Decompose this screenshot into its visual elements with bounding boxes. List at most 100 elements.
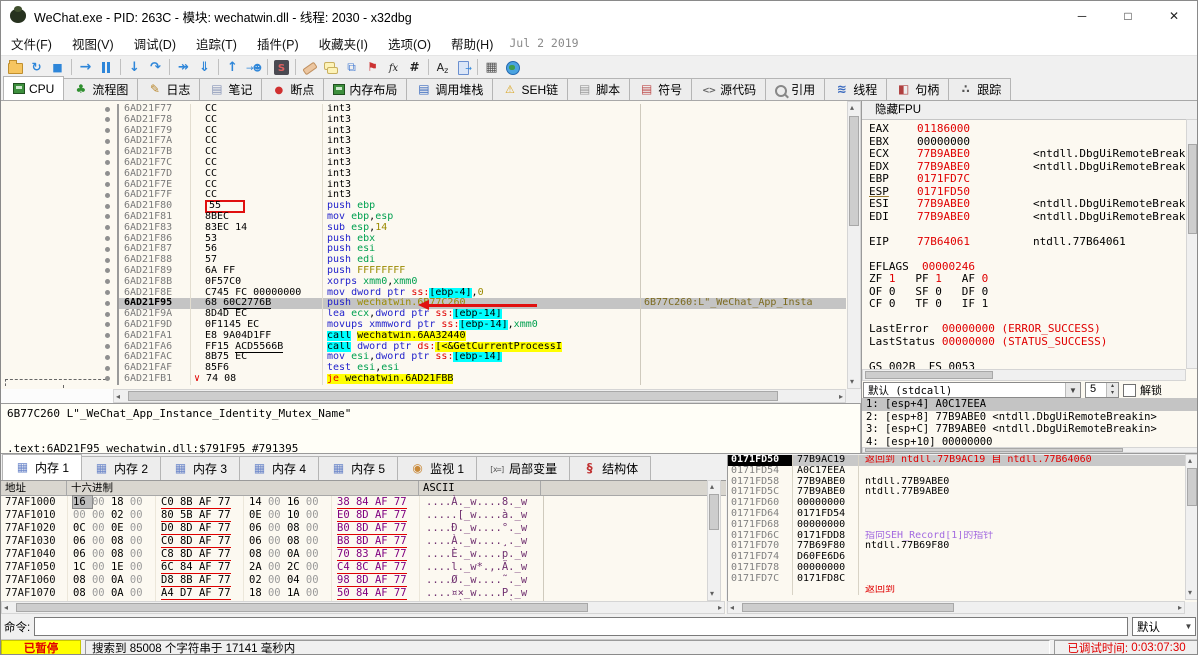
menu-item-调试D[interactable]: 调试(D) [124,31,186,55]
menu-item-追踪T[interactable]: 追踪(T) [186,31,247,55]
tab-memmap[interactable]: 内存布局 [323,78,408,100]
disassembly-vertical-scrollbar[interactable]: ▴ ▾ [847,101,861,389]
stack-row[interactable]: 0171FD7C 0171FD8C [728,573,1197,585]
tab-seh[interactable]: SEH链 [492,78,569,100]
menu-item-收藏夹I[interactable]: 收藏夹(I) [309,31,378,55]
memory-vertical-scrollbar[interactable]: ▴ ▾ [707,480,721,601]
memory-row[interactable]: 77AF1000 16 00 18 00 C0 8B AF 77 14 00 16 0… [1,495,726,509]
register-value[interactable]: 77B9ABE0 [917,210,999,224]
argument-row[interactable]: 4: [esp+10] 00000000 [862,436,1197,448]
menu-item-文件F[interactable]: 文件(F) [1,31,62,55]
column-header-address[interactable]: 地址 [1,481,67,495]
disasm-row[interactable]: 6AD21FA1 E8 9A04D1FF call wechatwin.6AA324… [1,330,846,342]
disassembly-panel[interactable]: 6AD21F77 CC int3 6AD21F78 CC int3 6AD21F79 CC in… [1,101,861,389]
memory-row[interactable]: 77AF1050 1C 00 1E 00 6C 84 AF 77 2A 00 2C 0… [1,561,726,574]
register-value[interactable]: 77B9ABE0 [917,197,999,211]
tab-handles[interactable]: 句柄 [886,78,950,100]
column-header-hex[interactable]: 十六进制 [67,481,419,495]
run-to-user-button[interactable] [243,57,264,77]
tab-trace[interactable]: 跟踪 [948,78,1012,100]
column-header-ascii[interactable]: ASCII [419,481,541,495]
bottom-tab-内存 2[interactable]: 内存 2 [81,456,162,480]
registers-vertical-scrollbar[interactable] [1186,119,1197,369]
argument-row[interactable]: 3: [esp+C] 77B9ABE0 <ntdll.DbgUiRemoteBr… [862,423,1197,436]
memory-row[interactable]: 77AF1070 08 00 0A 00 A4 D7 AF 77 18 00 1A 0… [1,587,726,600]
menu-item-选项O[interactable]: 选项(O) [378,31,441,55]
memory-row[interactable]: 77AF1010 00 00 02 00 80 5B AF 77 0E 00 10 0… [1,509,726,522]
stack-vertical-scrollbar[interactable]: ▴ ▾ [1185,454,1197,600]
open-button[interactable] [5,57,26,77]
exec-till-up-button[interactable] [222,57,243,77]
strings-button[interactable] [271,57,292,77]
assemble-button[interactable] [432,57,453,77]
stop-button[interactable] [47,57,68,77]
disasm-row[interactable]: 6AD21F83 83EC 14 sub esp,14 [1,222,846,234]
run-button[interactable] [75,57,96,77]
command-input[interactable] [34,617,1128,636]
register-value[interactable]: 77B9ABE0 [917,147,999,161]
bottom-tab-监视 1[interactable]: 监视 1 [397,456,478,480]
command-profile-dropdown[interactable]: 默认 ▼ [1132,617,1196,636]
tab-source[interactable]: 源代码 [691,78,767,100]
comments-button[interactable] [320,57,341,77]
memory-row[interactable]: 77AF1060 08 00 0A 00 D8 8B AF 77 02 00 04 0… [1,574,726,587]
bottom-tab-内存 4[interactable]: 内存 4 [239,456,320,480]
functions-button[interactable] [383,57,404,77]
calculator-button[interactable] [481,57,502,77]
registers-horizontal-scrollbar[interactable] [862,369,1186,381]
memory-row[interactable]: 77AF1040 06 00 08 00 C8 8D AF 77 08 00 0A 0… [1,548,726,561]
bookmarks-button[interactable] [362,57,383,77]
bottom-tab-局部变量[interactable]: 局部变量 [476,456,571,480]
disasm-row[interactable]: 6AD21FB1 ∨ 74 08 je wechatwin.6AD21FBB [1,373,846,386]
memory-row[interactable]: 77AF1030 06 00 08 00 C0 8D AF 77 06 00 08 0… [1,535,726,548]
memory-dump-panel[interactable]: 地址 十六进制 ASCII 77AF1000 16 00 18 00 C0 8B A… [1,480,726,615]
argument-row[interactable]: 1: [esp+4] A0C17EEA [862,398,1197,411]
disasm-row[interactable]: 6AD21F7D CC int3 [1,168,846,180]
memory-horizontal-scrollbar[interactable]: ◂ ▸ [1,601,725,614]
stack-horizontal-scrollbar[interactable]: ◂ ▸ [727,601,1185,614]
stack-panel[interactable]: 0171FD50 77B9AC19 返回到 ntdll.77B9AC19 自 ntd… [727,455,1197,602]
run-to-return-button[interactable] [173,57,194,77]
minimize-button[interactable]: ─ [1059,1,1105,31]
step-over-button[interactable] [145,57,166,77]
labels-button[interactable] [341,57,362,77]
disasm-row[interactable]: 6AD21F8B 0F57C0 xorps xmm0,xmm0 [1,276,846,288]
menu-item-视图V[interactable]: 视图(V) [62,31,124,55]
tab-callstack[interactable]: 调用堆栈 [406,78,494,100]
close-button[interactable]: ✕ [1151,1,1197,31]
device-button[interactable] [453,57,474,77]
tab-log[interactable]: 日志 [137,78,201,100]
disassembly-horizontal-scrollbar[interactable]: ◂ ▸ [113,389,846,403]
tab-script[interactable]: 脚本 [567,78,631,100]
register-value[interactable]: 0171FD7C [917,172,999,186]
unlock-checkbox[interactable]: 解锁 [1123,382,1162,398]
disasm-row[interactable]: 6AD21F78 CC int3 [1,114,846,126]
bottom-tab-内存 5[interactable]: 内存 5 [318,456,399,480]
register-value[interactable]: 77B64061 [917,235,999,249]
pause-button[interactable] [96,57,117,77]
tab-symbols[interactable]: 符号 [629,78,693,100]
hide-fpu-button[interactable]: 隐藏FPU [862,101,1197,120]
globe-button[interactable] [502,57,523,77]
memory-row[interactable]: 77AF1020 0C 00 0E 00 D0 8D AF 77 06 00 08 0… [1,522,726,535]
bottom-tab-内存 3[interactable]: 内存 3 [160,456,241,480]
bottom-tab-结构体[interactable]: 结构体 [569,456,652,480]
restart-button[interactable] [26,57,47,77]
menu-item-插件P[interactable]: 插件(P) [247,31,309,55]
argument-row[interactable]: 2: [esp+8] 77B9ABE0 <ntdll.DbgUiRemoteBr… [862,411,1197,424]
stack-row[interactable]: 0171FD54 A0C17EEA [728,465,1197,477]
hash-button[interactable] [404,57,425,77]
step-into-button[interactable] [124,57,145,77]
stack-row[interactable]: 返回到 [728,584,1197,596]
patch-button[interactable] [299,57,320,77]
tab-breakpoint[interactable]: 断点 [261,78,325,100]
step-out-button[interactable] [194,57,215,77]
argument-depth-spinner[interactable]: 5 ▴ ▾ [1085,382,1119,398]
bottom-tab-内存 1[interactable]: 内存 1 [2,454,83,480]
menu-item-帮助H[interactable]: 帮助(H) [441,31,503,55]
tab-references[interactable]: 引用 [765,78,826,100]
tab-graph[interactable]: 流程图 [63,78,139,100]
register-value[interactable]: 01186000 [917,122,999,136]
calling-convention-dropdown[interactable]: 默认 (stdcall) ▼ [863,382,1081,398]
stack-row[interactable]: 0171FD68 00000000 [728,519,1197,531]
